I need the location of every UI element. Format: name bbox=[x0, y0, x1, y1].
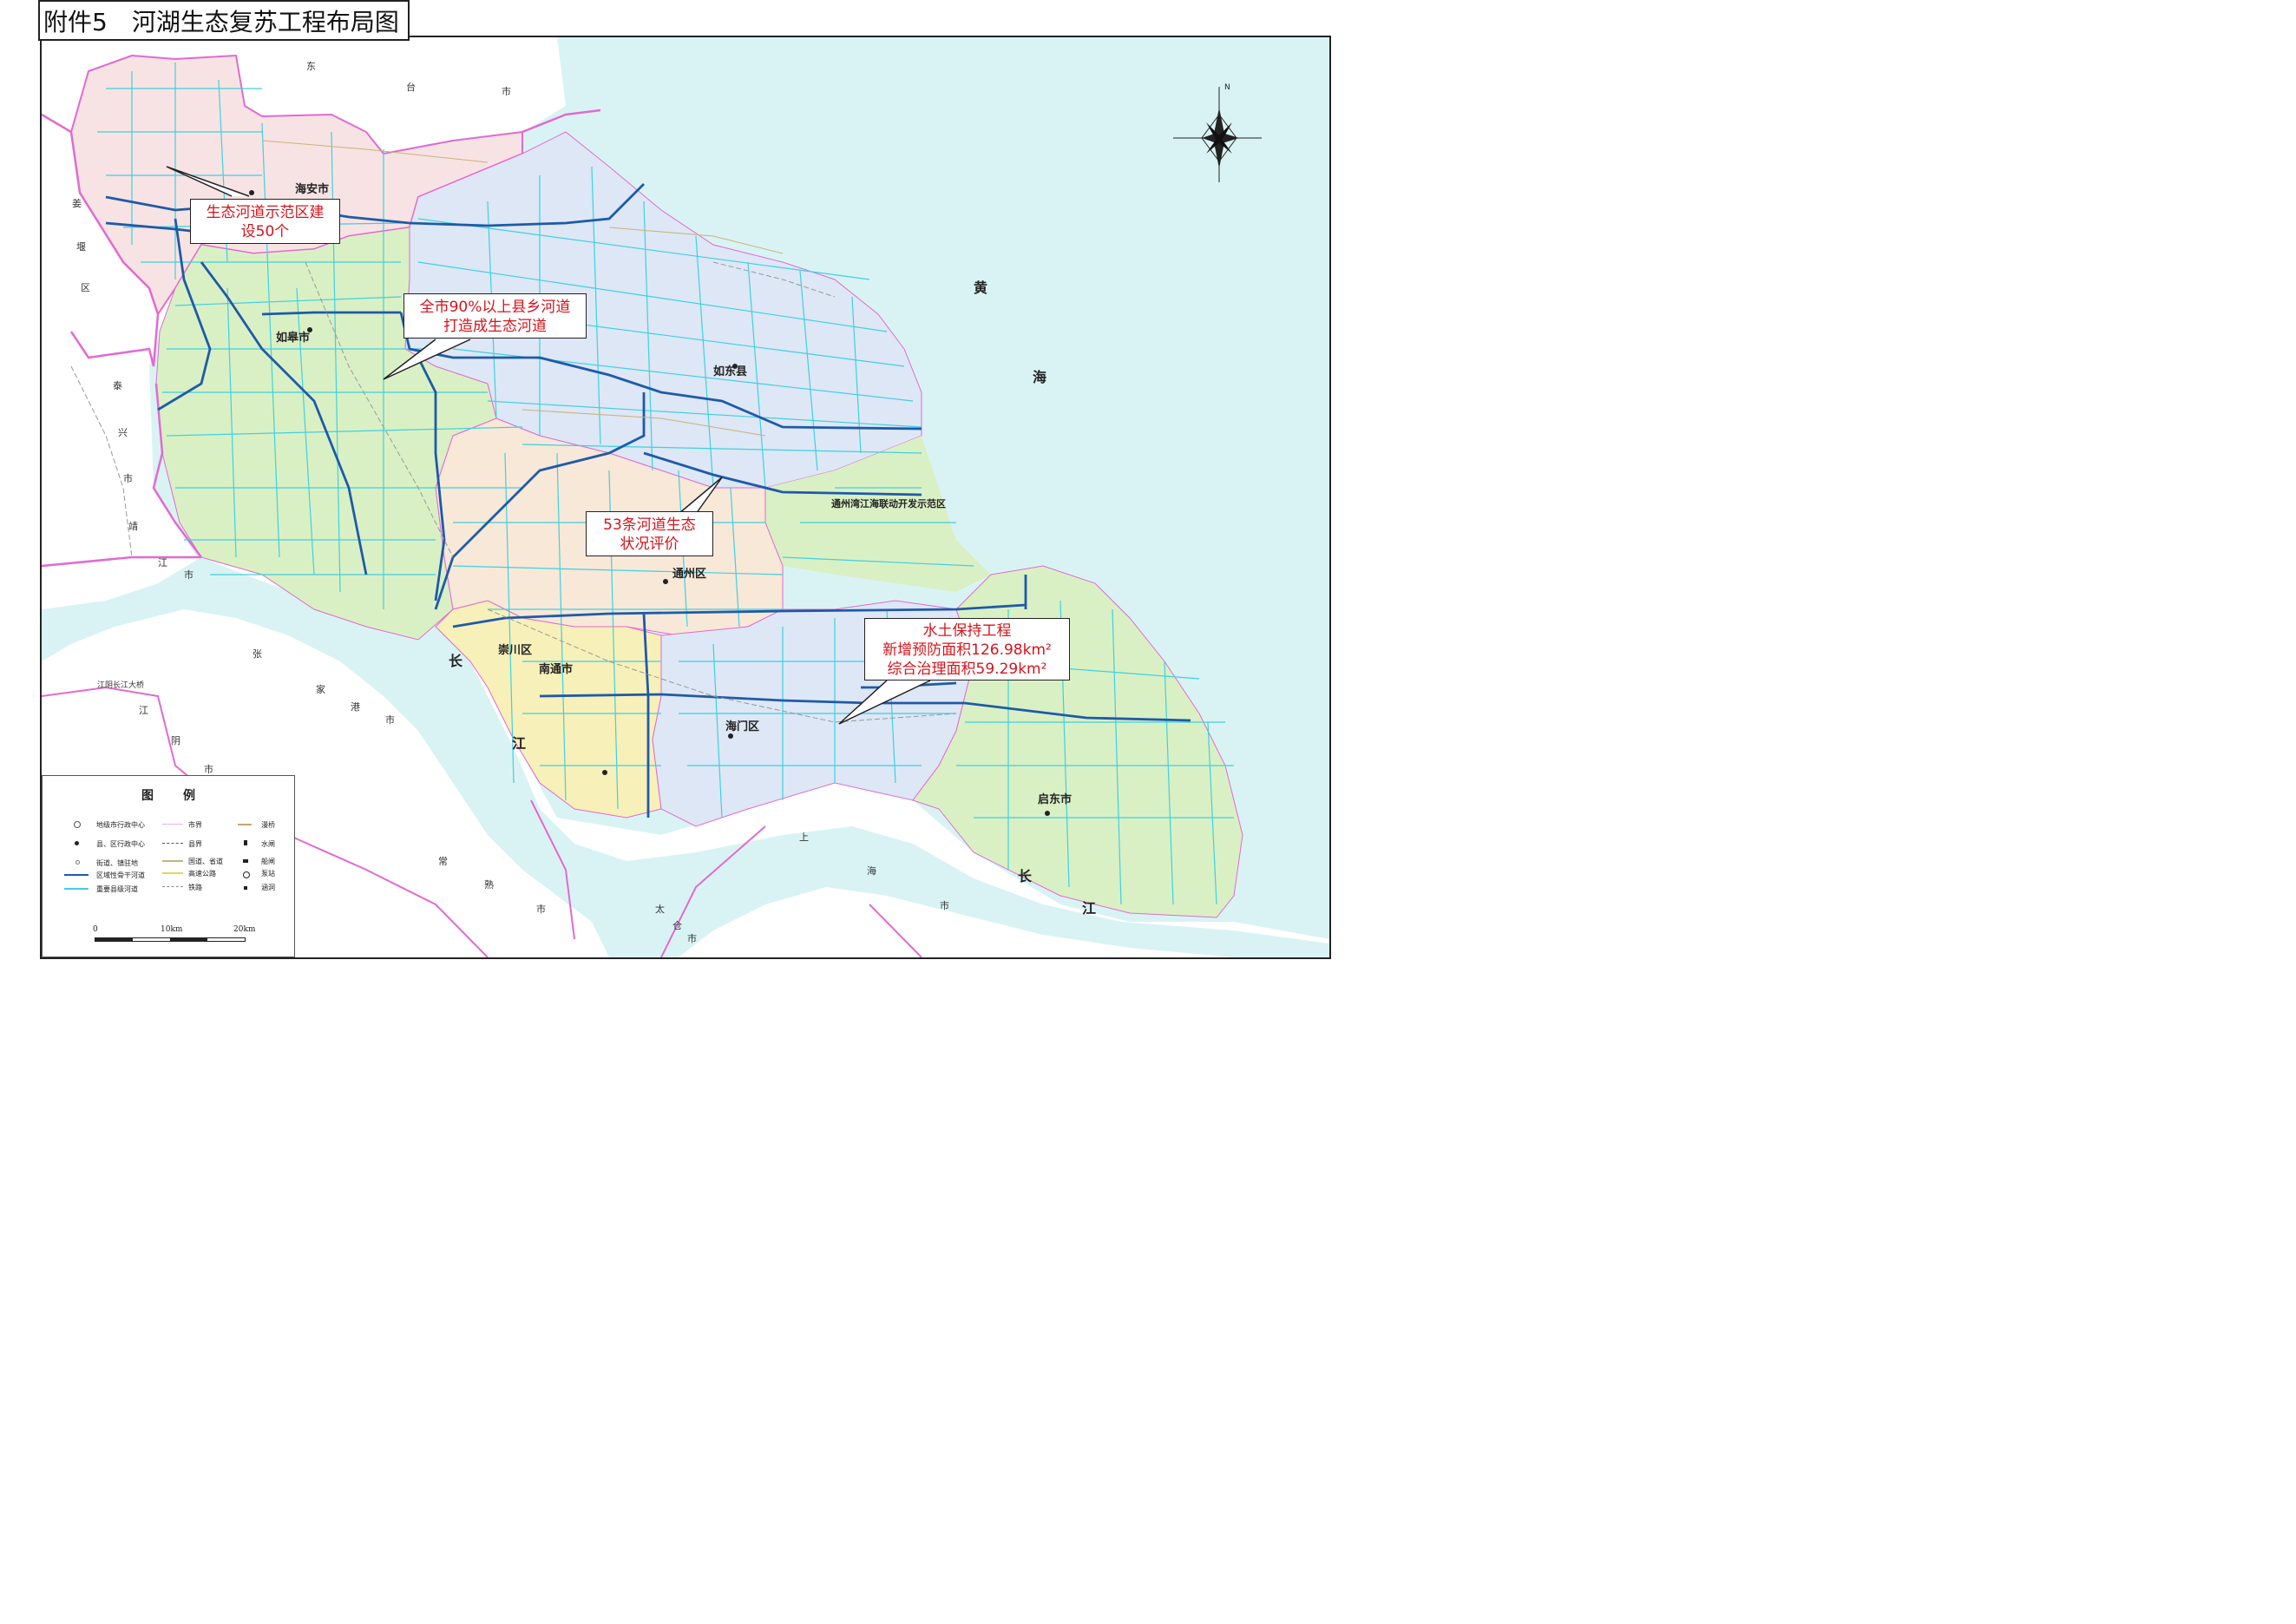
label-changshu-3: 市 bbox=[536, 904, 546, 915]
label-shanghai-3: 市 bbox=[940, 900, 949, 911]
legend-item-railway: 铁路 bbox=[188, 884, 202, 891]
callout-ecological-rivers: 全市90%以上县乡河道 打造成生态河道 bbox=[403, 293, 587, 339]
label-haimen: 海门区 bbox=[725, 720, 760, 733]
label-rugao: 如皋市 bbox=[276, 332, 311, 345]
label-taicang-2: 仓 bbox=[672, 920, 682, 931]
label-jingjiang-2: 江 bbox=[158, 557, 167, 569]
label-zhangjiagang-1: 张 bbox=[253, 648, 262, 660]
legend-culvert-symbol bbox=[244, 886, 247, 890]
label-jiangyin-2: 阴 bbox=[171, 735, 180, 746]
label-dongtai-3: 市 bbox=[502, 86, 511, 97]
label-jingjiang-3: 市 bbox=[184, 569, 194, 581]
legend-title: 图例 bbox=[141, 789, 225, 803]
legend-national-road-symbol bbox=[162, 860, 183, 862]
legend-item-county-boundary: 县界 bbox=[188, 840, 202, 848]
scale-label-20: 20km bbox=[233, 925, 256, 934]
callout-eco-line1: 全市90%以上县乡河道 bbox=[419, 299, 571, 316]
scale-label-0: 0 bbox=[93, 925, 98, 934]
label-taicang-1: 太 bbox=[655, 904, 665, 915]
legend-shiplock-symbol bbox=[243, 859, 248, 863]
label-tongzhou-bay: 通州湾江海联动开发示范区 bbox=[831, 498, 946, 510]
legend-item-spillway: 漫桥 bbox=[261, 821, 275, 829]
legend-city-center-symbol bbox=[74, 821, 81, 828]
legend-item-town: 街道、镇驻地 bbox=[96, 859, 138, 867]
label-changjiang-b2: 江 bbox=[1082, 900, 1097, 917]
title-main: 河湖生态复苏工程布局图 bbox=[131, 8, 399, 36]
legend-county-boundary-symbol bbox=[162, 843, 183, 844]
north-compass: N bbox=[1171, 83, 1263, 183]
callout-eval-line2: 状况评价 bbox=[620, 536, 679, 553]
label-shanghai-2: 海 bbox=[867, 865, 876, 877]
label-jiangyan-3: 区 bbox=[81, 282, 90, 293]
legend-railway-symbol bbox=[162, 886, 183, 887]
label-chongchuan: 崇川区 bbox=[498, 644, 533, 657]
page-title: 附件5 河湖生态复苏工程布局图 bbox=[38, 0, 410, 41]
legend-item-national-road: 国道、省道 bbox=[188, 858, 223, 865]
callout-eval-line1: 53条河道生态 bbox=[603, 516, 696, 534]
legend-expressway-symbol bbox=[162, 872, 183, 874]
callout-soil-line3: 综合治理面积59.29km² bbox=[887, 661, 1047, 678]
compass-north-label: N bbox=[1224, 83, 1230, 92]
legend-item-culvert: 涵洞 bbox=[261, 884, 275, 891]
label-jiangyin-bridge: 江阴长江大桥 bbox=[97, 681, 145, 690]
label-rudong: 如东县 bbox=[713, 365, 748, 378]
label-nantong: 南通市 bbox=[539, 663, 574, 676]
callout-soil-water: 水土保持工程 新增预防面积126.98km² 综合治理面积59.29km² bbox=[864, 618, 1070, 681]
label-zhangjiagang-3: 港 bbox=[351, 701, 360, 713]
title-prefix: 附件5 bbox=[43, 8, 108, 36]
callout-demo-line1: 生态河道示范区建 bbox=[206, 204, 325, 221]
callout-demo-line2: 设50个 bbox=[240, 223, 290, 240]
label-jiangyan-1: 姜 bbox=[72, 198, 82, 209]
label-shanghai-1: 上 bbox=[799, 832, 809, 843]
label-taixing-1: 泰 bbox=[113, 380, 122, 391]
legend-item-pump: 泵站 bbox=[261, 870, 275, 878]
label-jiangyan-2: 堰 bbox=[76, 241, 86, 253]
legend-trunk-river-symbol bbox=[64, 874, 89, 876]
label-qidong: 启东市 bbox=[1038, 793, 1073, 806]
callout-evaluation: 53条河道生态 状况评价 bbox=[586, 511, 713, 556]
label-zhangjiagang-2: 家 bbox=[316, 684, 325, 695]
legend-item-sluice: 水闸 bbox=[261, 840, 275, 848]
legend-item-city-boundary: 市界 bbox=[188, 821, 202, 829]
label-huanghai-2: 海 bbox=[1033, 369, 1047, 385]
label-zhangjiagang-4: 市 bbox=[385, 714, 395, 726]
legend-sluice-symbol bbox=[244, 840, 247, 845]
label-jiangyin-1: 江 bbox=[139, 705, 148, 716]
legend-county-center-symbol bbox=[75, 841, 79, 845]
legend-item-county-river: 重要县级河道 bbox=[96, 885, 138, 893]
callout-demo-zone: 生态河道示范区建 设50个 bbox=[190, 199, 340, 244]
scale-label-10: 10km bbox=[161, 925, 183, 934]
label-dongtai-1: 东 bbox=[306, 61, 316, 72]
label-changshu-2: 熟 bbox=[484, 879, 494, 891]
scale-bar-line bbox=[95, 937, 246, 942]
legend-item-expressway: 高速公路 bbox=[188, 870, 216, 878]
label-taixing-2: 兴 bbox=[118, 427, 128, 438]
label-taicang-3: 市 bbox=[687, 933, 697, 944]
legend-county-river-symbol bbox=[64, 888, 89, 890]
label-changjiang-a2: 江 bbox=[512, 735, 527, 752]
label-changshu-1: 常 bbox=[438, 856, 448, 867]
legend-item-trunk-river: 区域性骨干河道 bbox=[96, 871, 145, 879]
callout-soil-line1: 水土保持工程 bbox=[922, 622, 1012, 640]
label-taixing-3: 市 bbox=[123, 473, 133, 484]
label-jiangyin-3: 市 bbox=[204, 764, 213, 775]
legend-item-city-center: 地级市行政中心 bbox=[96, 821, 145, 829]
label-tongzhou: 通州区 bbox=[672, 568, 707, 581]
callout-eco-line2: 打造成生态河道 bbox=[443, 318, 547, 335]
legend-spillway-symbol bbox=[238, 824, 252, 825]
label-changjiang-b1: 长 bbox=[1018, 868, 1033, 884]
legend-city-boundary-symbol bbox=[162, 824, 183, 825]
callout-soil-line2: 新增预防面积126.98km² bbox=[882, 641, 1052, 659]
legend-pump-symbol bbox=[243, 871, 250, 878]
legend-box: 图例 地级市行政中心 县、区行政中心 街道、镇驻地 区域性骨干河道 重要县级河道… bbox=[42, 775, 295, 957]
label-changjiang-a1: 长 bbox=[449, 653, 463, 669]
label-haian: 海安市 bbox=[295, 183, 330, 196]
label-huanghai-1: 黄 bbox=[974, 279, 988, 296]
scale-bar: 0 10km 20km bbox=[93, 925, 255, 951]
label-dongtai-2: 台 bbox=[406, 82, 416, 93]
label-jingjiang-1: 靖 bbox=[128, 521, 138, 532]
legend-town-symbol bbox=[75, 860, 80, 865]
legend-item-shiplock: 船闸 bbox=[261, 858, 275, 865]
legend-item-county-center: 县、区行政中心 bbox=[96, 840, 145, 848]
